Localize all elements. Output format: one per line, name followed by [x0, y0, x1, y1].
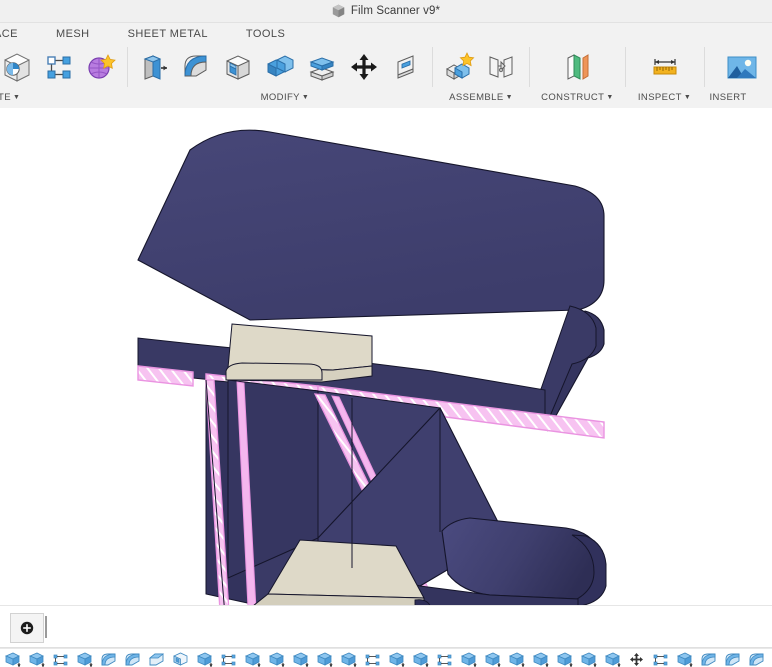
- panel-label-assemble[interactable]: ASSEMBLE ▼: [436, 89, 526, 107]
- timeline-feature-shell-icon[interactable]: [168, 652, 192, 667]
- offset-face-icon[interactable]: [303, 47, 341, 87]
- move-copy-icon[interactable]: [345, 47, 383, 87]
- timeline-feature-extrude-icon[interactable]: [408, 652, 432, 667]
- panel-divider: [624, 47, 626, 87]
- panel-modify-text: MODIFY: [260, 92, 300, 103]
- timeline-feature-extrude-icon[interactable]: [72, 652, 96, 667]
- timeline-feature-extrude-icon[interactable]: [600, 652, 624, 667]
- panel-label-create[interactable]: ATE▼: [0, 89, 124, 107]
- create-form-icon[interactable]: [82, 47, 120, 87]
- title-bar: Film Scanner v9*: [0, 0, 772, 23]
- panel-insert-text: INSERT: [709, 92, 747, 103]
- panel-construct-text: CONSTRUCT: [541, 92, 605, 103]
- chevron-down-icon: ▼: [12, 94, 21, 101]
- timeline-feature-sketch-icon[interactable]: [48, 652, 72, 667]
- timeline-feature-extrude-icon[interactable]: [456, 652, 480, 667]
- align-icon[interactable]: [387, 47, 425, 87]
- timeline-feature-extrude-icon[interactable]: [264, 652, 288, 667]
- panel-create-text: ATE: [0, 92, 11, 103]
- timeline-feature-extrude-icon[interactable]: [384, 652, 408, 667]
- timeline-separator: [0, 648, 772, 649]
- timeline-feature-sketch-icon[interactable]: [216, 652, 240, 667]
- timeline-feature-fillet-icon[interactable]: [696, 652, 720, 667]
- timeline-feature-strip[interactable]: [0, 652, 772, 667]
- tab-sheet-metal[interactable]: SHEET METAL: [122, 25, 214, 43]
- timeline-feature-sketch-icon[interactable]: [432, 652, 456, 667]
- panel-label-modify[interactable]: MODIFY ▼: [141, 89, 429, 107]
- panel-inspect: INSPECT ▼: [629, 45, 701, 108]
- tab-tools[interactable]: TOOLS: [240, 25, 291, 43]
- timeline-feature-extrude-icon[interactable]: [552, 652, 576, 667]
- panel-label-inspect[interactable]: INSPECT ▼: [629, 89, 701, 107]
- timeline-feature-extrude-icon[interactable]: [240, 652, 264, 667]
- timeline-feature-sketch-icon[interactable]: [648, 652, 672, 667]
- timeline-feature-fillet-icon[interactable]: [96, 652, 120, 667]
- new-component-icon[interactable]: [440, 47, 478, 87]
- measure-icon[interactable]: [646, 47, 684, 87]
- joint-icon[interactable]: [482, 47, 520, 87]
- offset-plane-icon[interactable]: [558, 47, 596, 87]
- timeline-start-icon[interactable]: [10, 613, 44, 643]
- upper-beige-pocket: [225, 323, 373, 383]
- timeline-feature-move-icon[interactable]: [624, 652, 648, 667]
- panel-divider: [431, 47, 433, 87]
- panel-insert: INSERT: [707, 45, 772, 108]
- panel-label-insert[interactable]: INSERT: [707, 89, 772, 107]
- ribbon: ACE MESH SHEET METAL TOOLS: [0, 23, 772, 109]
- chevron-down-icon: ▼: [683, 94, 692, 101]
- timeline-feature-extrude-icon[interactable]: [24, 652, 48, 667]
- tab-surface[interactable]: ACE: [0, 25, 24, 43]
- document-title-group: Film Scanner v9*: [332, 4, 440, 18]
- chevron-down-icon: ▼: [301, 94, 310, 101]
- timeline-feature-extrude-icon[interactable]: [192, 652, 216, 667]
- timeline-feature-fillet-icon[interactable]: [720, 652, 744, 667]
- ribbon-tab-bar: ACE MESH SHEET METAL TOOLS: [0, 23, 772, 45]
- tab-mesh[interactable]: MESH: [50, 25, 96, 43]
- model-canvas[interactable]: [0, 108, 772, 605]
- panel-modify: MODIFY ▼: [131, 45, 429, 108]
- timeline-feature-extrude-icon[interactable]: [312, 652, 336, 667]
- panel-label-construct[interactable]: CONSTRUCT ▼: [533, 89, 622, 107]
- timeline-feature-extrude-icon[interactable]: [288, 652, 312, 667]
- panel-create: ATE▼: [0, 45, 124, 108]
- timeline-feature-extrude-icon[interactable]: [672, 652, 696, 667]
- panel-assemble: ASSEMBLE ▼: [436, 45, 526, 108]
- timeline-feature-extrude-icon[interactable]: [504, 652, 528, 667]
- timeline-feature-sketch-icon[interactable]: [360, 652, 384, 667]
- panel-inspect-text: INSPECT: [637, 92, 682, 103]
- panel-assemble-text: ASSEMBLE: [449, 92, 504, 103]
- timeline-feature-chamfer-icon[interactable]: [144, 652, 168, 667]
- panel-divider: [127, 47, 128, 87]
- fillet-icon[interactable]: [177, 47, 215, 87]
- document-title: Film Scanner v9*: [350, 5, 441, 17]
- cube-icon: [332, 4, 345, 18]
- create-sketch-icon[interactable]: [0, 47, 36, 87]
- fusion-app-window: Film Scanner v9* ACE MESH SHEET METAL TO…: [0, 0, 772, 667]
- timeline-feature-extrude-icon[interactable]: [0, 652, 24, 667]
- create-sketch-dimension-icon[interactable]: [40, 47, 78, 87]
- timeline-feature-extrude-icon[interactable]: [336, 652, 360, 667]
- timeline-feature-fillet-icon[interactable]: [744, 652, 768, 667]
- panel-divider: [703, 47, 705, 87]
- combine-icon[interactable]: [261, 47, 299, 87]
- timeline-feature-extrude-icon[interactable]: [528, 652, 552, 667]
- film-scanner-section-view: [137, 129, 607, 605]
- timeline-playhead[interactable]: [45, 616, 47, 638]
- panel-construct: CONSTRUCT ▼: [533, 45, 622, 108]
- timeline-bar: [0, 605, 772, 648]
- panel-divider: [529, 47, 531, 87]
- timeline-feature-extrude-icon[interactable]: [576, 652, 600, 667]
- insert-image-icon[interactable]: [721, 47, 759, 87]
- ribbon-panels: ATE▼: [0, 45, 772, 108]
- timeline-feature-extrude-icon[interactable]: [480, 652, 504, 667]
- shell-icon[interactable]: [219, 47, 257, 87]
- chevron-down-icon: ▼: [505, 94, 513, 101]
- chevron-down-icon: ▼: [606, 94, 614, 101]
- press-pull-icon[interactable]: [135, 47, 173, 87]
- timeline-feature-fillet-icon[interactable]: [120, 652, 144, 667]
